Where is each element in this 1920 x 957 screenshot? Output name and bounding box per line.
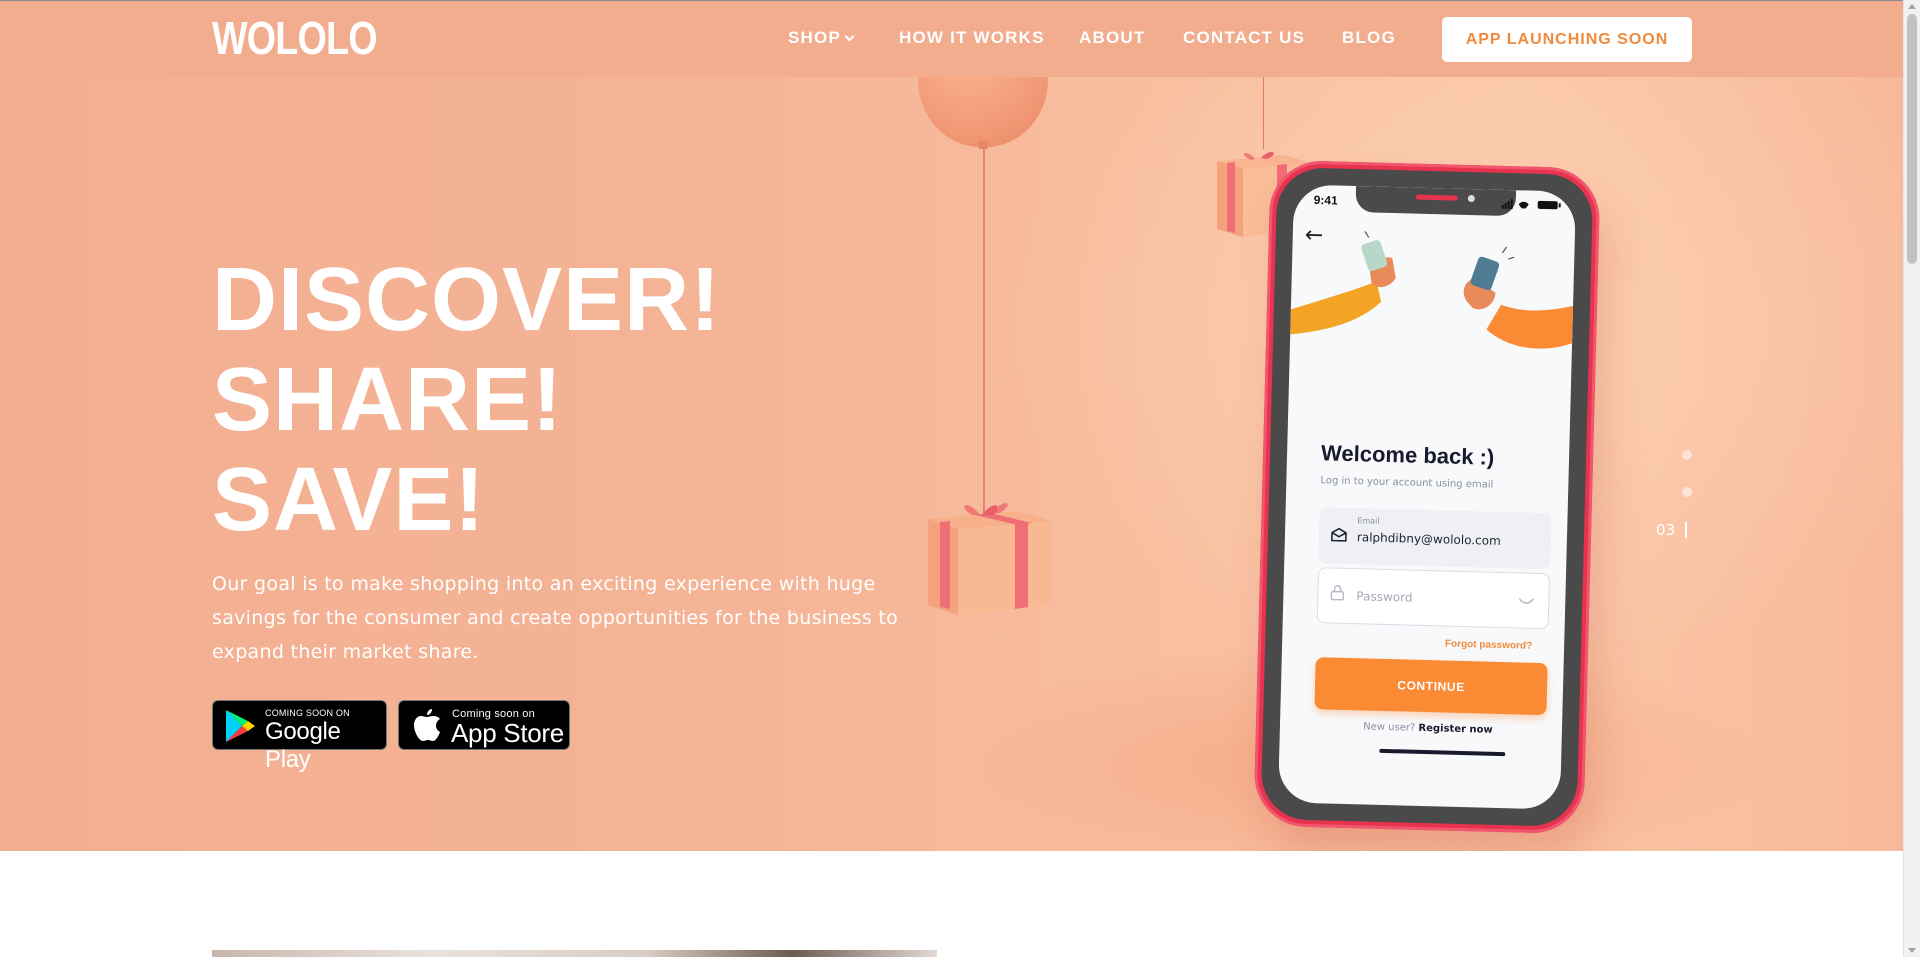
welcome-heading: Welcome back :) — [1320, 440, 1495, 470]
register-now-link[interactable]: Register now — [1418, 723, 1492, 736]
headline-discover: DISCOVER! — [212, 250, 722, 350]
email-field[interactable]: Email ralphdibny@wololo.com — [1318, 507, 1552, 570]
app-store-big-text: App Store — [451, 718, 564, 748]
gift-box-image — [928, 503, 1050, 615]
slide-counter: 03 — [1656, 521, 1688, 539]
google-play-badge[interactable]: COMING SOON ON Google Play — [212, 700, 387, 773]
headline-share: SHARE! — [212, 350, 564, 450]
nav-about[interactable]: ABOUT — [1079, 28, 1145, 48]
scroll-down-icon[interactable] — [1908, 948, 1916, 953]
google-play-big-text: Google Play — [265, 718, 341, 773]
lock-icon — [1330, 585, 1345, 601]
eye-closed-icon[interactable] — [1518, 597, 1534, 605]
headline-save: SAVE! — [212, 450, 486, 550]
google-play-icon — [226, 710, 255, 742]
phone-screen: 9:41 ← Welcome back:) Log in to your ac… — [1277, 184, 1577, 810]
status-icons — [1501, 199, 1561, 210]
phone-mockup: 9:41 ← Welcome back:) Log in to your ac… — [1253, 159, 1601, 835]
mail-icon — [1331, 527, 1347, 542]
hero-section: DISCOVER! SHARE! SAVE! Our goal is to ma… — [0, 77, 1903, 851]
phone-camera — [1467, 194, 1475, 203]
balloon-string — [983, 147, 985, 557]
slide-counter-bar — [1685, 522, 1688, 538]
password-placeholder: Password — [1356, 589, 1413, 605]
app-launching-soon-button[interactable]: APP LAUNCHING SOON — [1442, 17, 1692, 62]
email-value: ralphdibny@wololo.com — [1356, 530, 1501, 548]
scroll-up-icon[interactable] — [1908, 4, 1916, 9]
hero-description: Our goal is to make shopping into an exc… — [212, 573, 899, 663]
nav-blog[interactable]: BLOG — [1342, 28, 1396, 48]
scroll-thumb[interactable] — [1907, 14, 1917, 264]
slide-counter-value: 03 — [1656, 521, 1676, 539]
gift-string — [1263, 77, 1264, 149]
nav-contact-us[interactable]: CONTACT US — [1183, 28, 1305, 48]
landing-page: WOLOLO SHOP HOW IT WORKS ABOUT CONTACT U… — [0, 0, 1920, 957]
hands-exchange-illustration — [1290, 230, 1577, 349]
slider-dot-1[interactable] — [1682, 450, 1692, 460]
nav-how-it-works[interactable]: HOW IT WORKS — [899, 28, 1045, 48]
nav-shop-label: SHOP — [788, 28, 841, 47]
chevron-down-icon — [844, 31, 855, 42]
continue-button[interactable]: CONTINUE — [1314, 657, 1548, 716]
new-user-label: New user? — [1363, 721, 1416, 734]
new-user-text: New user? Register now — [1280, 719, 1576, 738]
phone-notch — [1355, 186, 1517, 217]
phone-bezel: 9:41 ← Welcome back:) Log in to your ac… — [1260, 166, 1594, 828]
email-label: Email — [1357, 516, 1380, 526]
apple-icon — [414, 709, 440, 741]
balloon-image — [918, 77, 1048, 147]
password-field[interactable]: Password — [1316, 567, 1551, 630]
app-store-badge[interactable]: Coming soon on App Store — [398, 700, 570, 750]
home-indicator — [1379, 748, 1506, 757]
phone-speaker — [1415, 194, 1458, 201]
welcome-subtext: Log in to your account using email — [1320, 475, 1494, 491]
site-header: WOLOLO SHOP HOW IT WORKS ABOUT CONTACT U… — [0, 0, 1903, 77]
forgot-password-link[interactable]: Forgot password? — [1445, 639, 1532, 652]
nav-shop[interactable]: SHOP — [788, 28, 855, 48]
page-scrollbar[interactable] — [1903, 0, 1920, 957]
google-play-small-text: COMING SOON ON — [265, 708, 350, 718]
below-fold-image — [212, 950, 937, 957]
status-time: 9:41 — [1313, 192, 1338, 208]
slider-dot-2[interactable] — [1682, 487, 1692, 497]
logo[interactable]: WOLOLO — [212, 11, 378, 65]
